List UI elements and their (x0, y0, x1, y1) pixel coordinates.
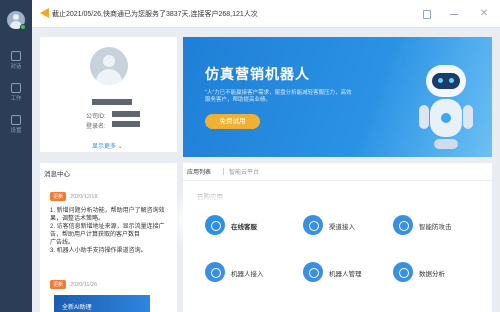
message-line: 2. 访客信息新增地址来源，显示流量连接广告，帮助用户计算获取的客户数目 (50, 224, 165, 238)
sidebar-item-label: 工作 (10, 96, 22, 102)
service-notice: 截止2021/05/26,快商通已为您服务了3837天,连接客户268,121人… (52, 11, 258, 18)
close-button[interactable]: ✕ (478, 8, 490, 20)
robot-access-icon (205, 262, 225, 282)
chat-icon (11, 51, 21, 61)
pin-button[interactable] (420, 8, 432, 20)
banner-title: 仿真营销机器人 (205, 66, 310, 82)
message-center: 消息中心 更新 2020/12/18 1. 新增问题分析功能，帮助用户了解咨询效果… (40, 163, 177, 312)
app-robot-access[interactable]: 机器人接入 (197, 259, 275, 285)
sidebar-item-work[interactable]: 工作 (0, 80, 32, 110)
message-item[interactable]: 更新 2020/12/18 1. 新增问题分析功能，帮助用户了解咨询效果，调整话术… (50, 185, 174, 255)
tab-underline (183, 180, 492, 181)
banner-subtitle: “人”力已不能赢接客户需求，尾盘分析能减轻客服压力，高效服务客户，帮助提高业绩。 (205, 90, 352, 103)
sidebar: 对话 工作 设置 (0, 0, 32, 312)
message-line: 广告线。 (50, 240, 75, 246)
app-channel-access[interactable]: 渠道接入 (295, 212, 373, 238)
show-more-link[interactable]: 显示更多 ⌄ (92, 141, 123, 150)
app-label: 数据分析 (419, 271, 445, 278)
tab-app-list[interactable]: 应用列表 (187, 167, 211, 176)
company-id-label: 公司ID: (86, 114, 106, 120)
app-robot-manage[interactable]: 机器人管理 (295, 259, 373, 285)
message-center-title: 消息中心 (44, 171, 70, 178)
app-label: 在线客服 (231, 224, 257, 231)
redacted-username (92, 99, 132, 105)
message-date: 2020/11/26 (70, 282, 98, 288)
app-label: 机器人接入 (231, 271, 264, 278)
tab-smart-cloud[interactable]: 智能云平台 (229, 167, 259, 176)
app-anti-attack[interactable]: 智能防攻击 (385, 212, 463, 238)
message-line: 3. 机器人小助手支持操作渠道咨询。 (50, 248, 147, 254)
message-line: 1. 新增问题分析功能，帮助用户了解咨询效果，调整话术策略。 (50, 208, 165, 222)
message-item[interactable]: 更新 2020/11/26 (50, 273, 174, 291)
free-trial-button[interactable]: 免费试用 (205, 114, 260, 129)
promo-banner[interactable]: 仿真营销机器人 “人”力已不能赢接客户需求，尾盘分析能减轻客服压力，高效服务客户… (183, 37, 492, 157)
update-badge: 更新 (50, 280, 67, 289)
minimize-button[interactable] (448, 8, 460, 20)
login-name-label: 登录名: (86, 124, 106, 130)
message-thumbnail[interactable]: 全新AI助理 (54, 295, 150, 312)
app-label: 机器人管理 (329, 271, 362, 278)
app-online-service[interactable]: 在线客服 (197, 212, 275, 238)
work-icon (11, 83, 21, 93)
channel-access-icon (303, 215, 323, 235)
message-date: 2020/12/18 (70, 194, 98, 200)
title-bar: 截止2021/05/26,快商通已为您服务了3837天,连接客户268,121人… (32, 0, 500, 28)
online-status-dot (20, 24, 26, 30)
data-analysis-icon (393, 262, 413, 282)
settings-icon (11, 115, 21, 125)
sidebar-item-settings[interactable]: 设置 (0, 112, 32, 142)
update-badge: 更新 (50, 192, 67, 201)
online-service-icon (205, 215, 225, 235)
anti-attack-icon (393, 215, 413, 235)
app-label: 渠道接入 (329, 224, 355, 231)
sidebar-item-label: 设置 (10, 128, 22, 134)
robot-manage-icon (303, 262, 323, 282)
app-data-analysis[interactable]: 数据分析 (385, 259, 463, 285)
profile-card: 公司ID: 登录名: 显示更多 ⌄ (40, 37, 177, 152)
app-label: 智能防攻击 (419, 224, 452, 231)
redacted-company-id (112, 111, 140, 117)
thumbnail-text: 全新AI助理 (62, 305, 92, 311)
sidebar-item-chat[interactable]: 对话 (0, 48, 32, 78)
purchased-apps-title: 已购应用 (197, 194, 223, 201)
redacted-login-name (112, 121, 140, 127)
tab-divider (223, 168, 224, 175)
megaphone-icon (40, 8, 49, 18)
robot-illustration (416, 65, 476, 157)
user-avatar (90, 47, 128, 85)
sidebar-item-label: 对话 (10, 64, 22, 70)
